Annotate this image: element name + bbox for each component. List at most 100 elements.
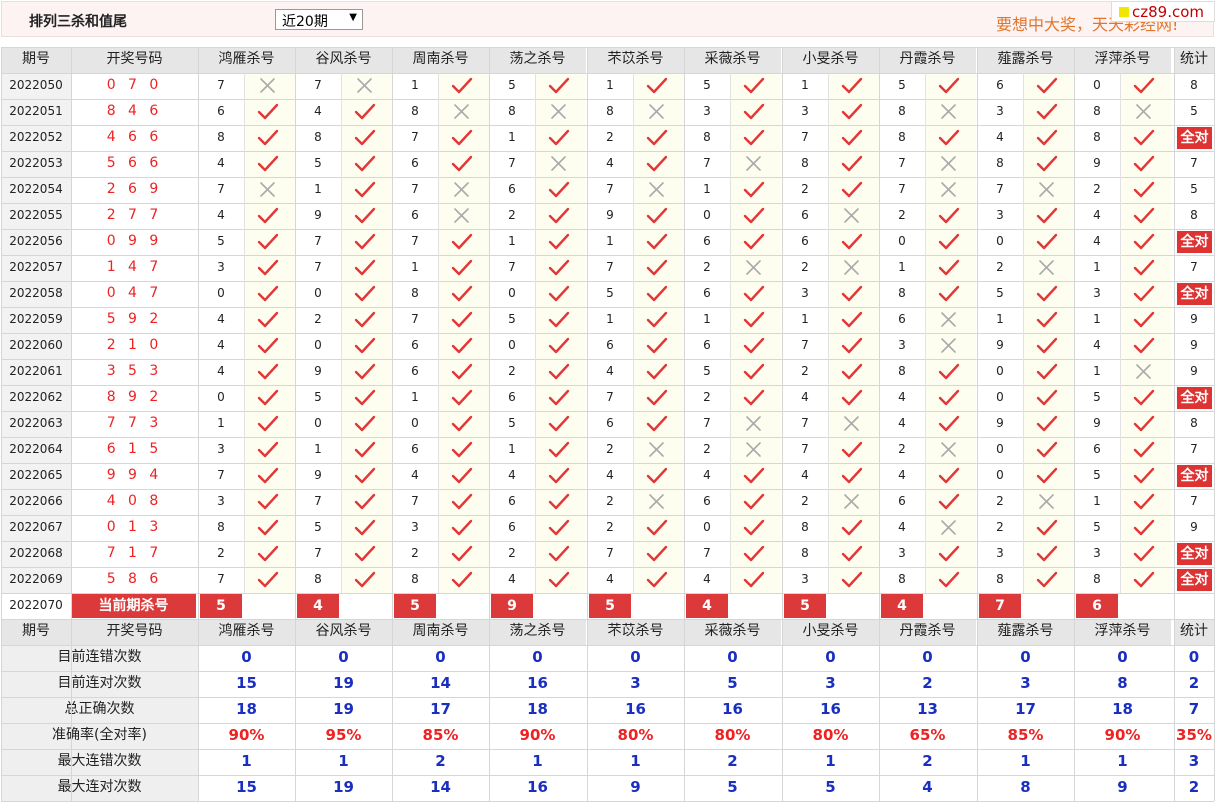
period-cell: 2022069 xyxy=(1,567,71,593)
stat-value-cell: 0 xyxy=(1117,648,1128,666)
current-kill-cell: 5 xyxy=(198,593,295,619)
hit-cell xyxy=(1120,541,1171,567)
all-correct-badge: 全对 xyxy=(1177,387,1212,409)
bottom-expert-header: 荡之杀号 xyxy=(489,619,586,645)
check-icon xyxy=(646,129,668,146)
miss-cell xyxy=(1120,359,1171,385)
hit-cell xyxy=(1023,99,1074,125)
hit-cell xyxy=(925,281,976,307)
hit-cell xyxy=(535,203,586,229)
bottom-expert-header: 薤露杀号 xyxy=(977,619,1074,645)
kill-number-cell: 0 xyxy=(996,390,1004,404)
hit-cell xyxy=(341,437,392,463)
kill-number-cell: 8 xyxy=(411,286,419,300)
bottom-expert-header: 丹霞杀号 xyxy=(879,619,976,645)
stat-value-cell: 19 xyxy=(333,674,354,692)
kill-number-cell: 4 xyxy=(217,208,225,222)
miss-cell xyxy=(438,203,489,229)
kill-number-cell: 2 xyxy=(606,520,614,534)
hit-cell xyxy=(1023,151,1074,177)
draw-number-cell: 4 0 8 xyxy=(106,493,163,509)
hit-cell xyxy=(828,463,879,489)
hit-cell xyxy=(925,229,976,255)
check-icon xyxy=(1133,311,1155,328)
kill-number-cell: 7 xyxy=(314,260,322,274)
draw-number-cell: 5 8 6 xyxy=(106,571,163,587)
kill-number-cell: 6 xyxy=(411,338,419,352)
check-icon xyxy=(354,363,376,380)
check-icon xyxy=(257,545,279,562)
kill-number-cell: 1 xyxy=(1093,494,1101,508)
hit-cell xyxy=(828,437,879,463)
kill-number-cell: 7 xyxy=(314,78,322,92)
hit-cell xyxy=(244,281,295,307)
hit-cell xyxy=(925,489,976,515)
top-period-header: 期号 xyxy=(1,47,71,73)
kill-number-cell: 6 xyxy=(606,338,614,352)
stat-value-cell: 2 xyxy=(922,752,933,770)
hit-cell xyxy=(730,99,781,125)
check-icon xyxy=(354,545,376,562)
miss-cell xyxy=(730,151,781,177)
draw-number-cell: 2 1 0 xyxy=(106,337,163,353)
hit-cell xyxy=(828,99,879,125)
hit-cell xyxy=(828,177,879,203)
check-icon xyxy=(743,571,765,588)
site-logo[interactable]: cz89.com xyxy=(1111,1,1215,22)
kill-number-cell: 5 xyxy=(508,312,516,326)
kill-number-cell: 7 xyxy=(801,130,809,144)
hit-cell xyxy=(633,307,684,333)
kill-number-cell: 1 xyxy=(314,182,322,196)
draw-number-cell: 7 7 3 xyxy=(106,415,163,431)
hit-cell xyxy=(341,359,392,385)
kill-number-cell: 1 xyxy=(1093,312,1101,326)
kill-number-cell: 4 xyxy=(1093,208,1101,222)
stat-cell: 7 xyxy=(1190,156,1198,170)
hit-cell xyxy=(341,229,392,255)
hit-cell xyxy=(1023,203,1074,229)
period-cell: 2022051 xyxy=(1,99,71,125)
miss-cell xyxy=(535,151,586,177)
check-icon xyxy=(257,389,279,406)
kill-number-cell: 9 xyxy=(996,338,1004,352)
kill-number-cell: 2 xyxy=(898,208,906,222)
check-icon xyxy=(548,259,570,276)
hit-cell xyxy=(730,489,781,515)
hit-cell xyxy=(535,411,586,437)
hit-cell xyxy=(925,359,976,385)
hit-cell xyxy=(244,385,295,411)
period-range-select[interactable]: 近20期 ▼ xyxy=(275,9,363,30)
stat-value-cell: 16 xyxy=(527,674,548,692)
hit-cell xyxy=(438,385,489,411)
draw-number-cell: 0 7 0 xyxy=(106,77,163,93)
stat-value-cell: 15 xyxy=(236,778,257,796)
check-icon xyxy=(1036,415,1058,432)
hit-cell xyxy=(1120,125,1171,151)
draw-number-cell: 0 1 3 xyxy=(106,519,163,535)
hit-cell xyxy=(244,151,295,177)
check-icon xyxy=(1133,285,1155,302)
kill-number-cell: 7 xyxy=(801,442,809,456)
stat-cell: 全对 xyxy=(1174,567,1214,593)
stat-value-cell: 90% xyxy=(519,726,556,744)
hit-cell xyxy=(828,385,879,411)
check-icon xyxy=(257,207,279,224)
top-expert-header: 荡之杀号 xyxy=(489,47,586,73)
kill-number-cell: 0 xyxy=(411,416,419,430)
kill-number-cell: 6 xyxy=(703,338,711,352)
check-icon xyxy=(938,77,960,94)
period-cell: 2022064 xyxy=(1,437,71,463)
check-icon xyxy=(257,467,279,484)
stat-cell: 8 xyxy=(1190,208,1198,222)
kill-number-cell: 1 xyxy=(508,442,516,456)
check-icon xyxy=(1133,441,1155,458)
hit-cell xyxy=(244,567,295,593)
kill-number-cell: 7 xyxy=(217,468,225,482)
miss-cell xyxy=(341,73,392,99)
hit-cell xyxy=(341,203,392,229)
hit-cell xyxy=(535,567,586,593)
period-cell: 2022055 xyxy=(1,203,71,229)
check-icon xyxy=(743,181,765,198)
kill-number-cell: 5 xyxy=(217,234,225,248)
hit-cell xyxy=(535,177,586,203)
